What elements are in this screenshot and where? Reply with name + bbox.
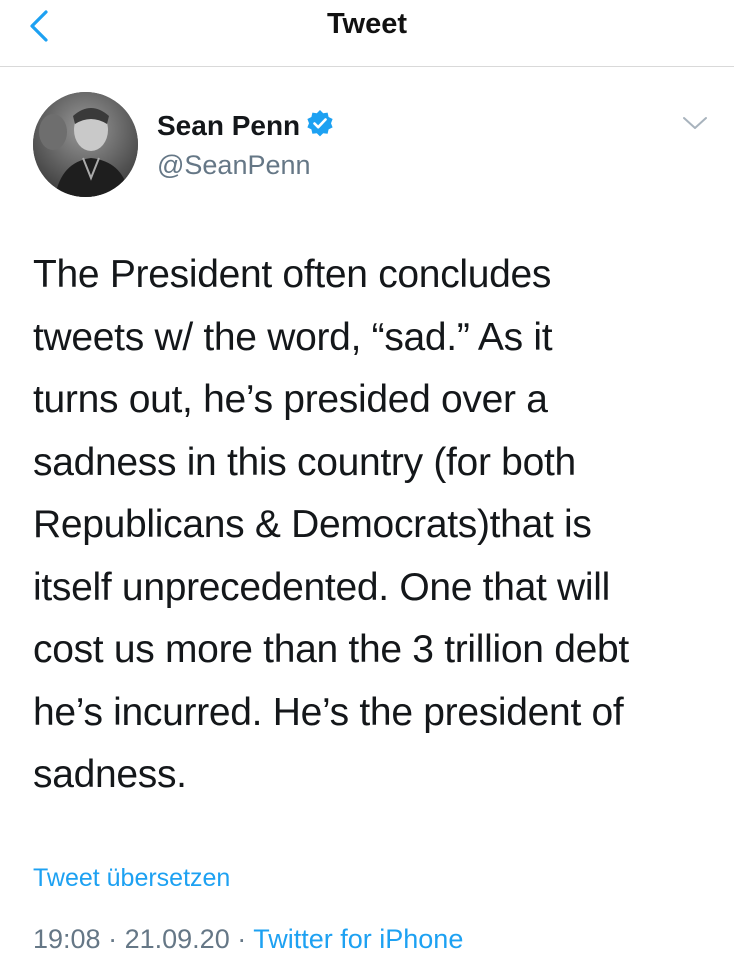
tweet-source-link[interactable]: Twitter for iPhone [253,924,463,954]
author-name-row[interactable]: Sean Penn [157,108,336,142]
tweet-text-line: tweets w/ the word, “sad.” As it [33,315,553,359]
verified-badge-icon [307,110,333,137]
navigation-bar: Tweet [0,0,734,67]
meta-separator: · [237,924,247,954]
tweet-metadata: 19:08 · 21.09.20 · Twitter for iPhone [33,924,463,955]
tweet-text-line: The President often concludes [33,253,552,296]
tweet-text: The President often concludes tweets w/ … [33,244,713,807]
tweet-text-line: Republicans & Democrats)that is [33,503,592,546]
avatar[interactable] [33,92,138,197]
translate-tweet-link[interactable]: Tweet übersetzen [33,864,230,893]
tweet-text-line: sadness in this country (for both [33,440,576,484]
tweet-time: 19:08 [33,924,101,954]
author-handle[interactable]: @SeanPenn [157,150,311,181]
tweet-text-line: cost us more than the 3 trillion debt [33,628,629,671]
page-title: Tweet [326,8,408,40]
tweet-text-line: turns out, he’s presided over a [33,378,548,421]
meta-separator: · [108,924,118,954]
tweet-menu-button[interactable] [680,108,710,138]
tweet-text-line: itself unprecedented. One that will [33,565,611,609]
author-display-name: Sean Penn [157,110,301,141]
tweet-text-line: sadness. [33,753,187,796]
tweet-date: 21.09.20 [124,924,230,954]
tweet-text-line: he’s incurred. He’s the president of [33,690,624,734]
chevron-down-icon [683,117,707,129]
